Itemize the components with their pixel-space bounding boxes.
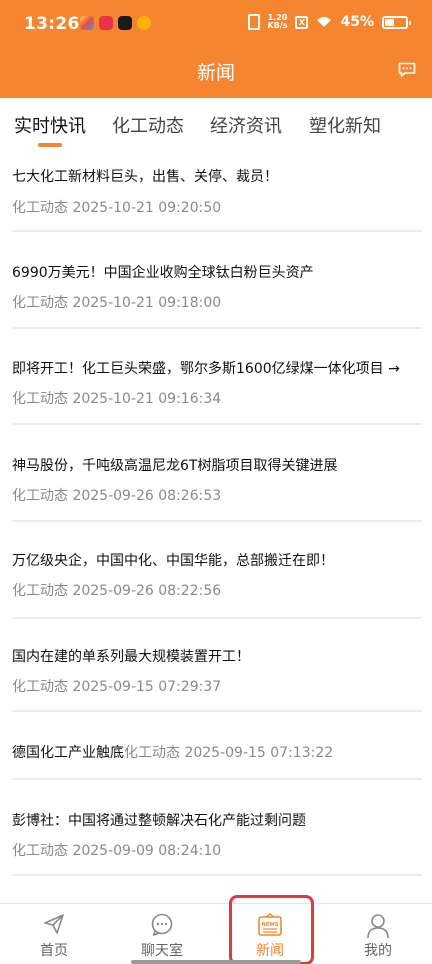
news-item[interactable]: 国内在建的单系列最大规模装置开工！ 化工动态 2025-09-15 07:29:… [12,619,422,712]
news-item[interactable]: 万亿级央企，中国中化、中国华能，总部搬迁在即！ 化工动态 2025-09-26 … [12,522,422,619]
vibrate-icon [247,14,260,30]
news-item[interactable]: 德国化工产业触底化工动态 2025-09-15 07:13:22 [12,712,422,780]
nav-label: 聊天室 [141,943,183,959]
news-title: 即将开工！化工巨头荣盛，鄂尔多斯1600亿绿煤一体化项目 → [12,361,400,377]
battery-icon [382,15,411,29]
status-time: 13:26 [24,14,80,34]
news-meta: 化工动态 2025-09-09 08:24:10 [12,843,222,859]
chat-bubble-icon [151,913,173,936]
nav-chatroom[interactable]: 聊天室 [108,904,216,964]
app-notification-icon [137,16,151,30]
wifi-icon [317,17,332,27]
nav-mine[interactable]: 我的 [324,904,432,964]
bottom-navigation: 首页 聊天室 NEWS 新闻 我的 [0,903,432,964]
tab-plastics[interactable]: 塑化新知 [309,112,381,138]
news-title: 德国化工产业触底 [12,745,124,761]
news-title: 神马股份，千吨级高温尼龙6T树脂项目取得关键进展 [12,458,338,474]
paper-plane-icon [44,914,64,934]
tab-chemical-news[interactable]: 化工动态 [112,112,184,138]
tiktok-icon [118,16,132,30]
top-bar: 13:26 1.20 KB/s X 45% 新闻 [0,0,432,98]
news-item[interactable]: 彭博社：中国将通过整顿解决石化产能过剩问题 化工动态 2025-09-09 08… [12,780,422,876]
nav-label: 我的 [364,943,392,959]
news-item[interactable]: 神马股份，千吨级高温尼龙6T树脂项目取得关键进展 化工动态 2025-09-26… [12,425,422,522]
news-meta: 化工动态 2025-09-26 08:26:53 [12,488,222,504]
sim-icon: X [295,15,309,29]
tab-economy[interactable]: 经济资讯 [210,112,282,138]
news-item[interactable]: 即将开工！化工巨头荣盛，鄂尔多斯1600亿绿煤一体化项目 → 化工动态 2025… [12,329,422,425]
message-icon[interactable] [398,62,416,77]
home-indicator[interactable] [131,960,301,964]
person-icon [367,914,389,939]
news-meta: 化工动态 2025-09-15 07:29:37 [12,679,222,695]
news-meta: 化工动态 2025-10-21 09:18:00 [12,295,222,311]
status-bar: 13:26 1.20 KB/s X 45% [0,0,432,50]
news-title: 6990万美元！中国企业收购全球钛白粉巨头资产 [12,265,314,281]
news-meta: 化工动态 2025-09-26 08:22:56 [12,583,222,599]
page-title: 新闻 [196,62,235,84]
notification-icons [80,16,151,30]
news-item[interactable]: 6990万美元！中国企业收购全球钛白粉巨头资产 化工动态 2025-10-21 … [12,232,422,329]
highlight-annotation [229,895,314,964]
nav-home[interactable]: 首页 [0,904,108,964]
news-item[interactable]: 七大化工新材料巨头，出售、关停、裁员！ 化工动态 2025-10-21 09:2… [12,156,422,232]
app-notification-icon [99,16,113,30]
nav-label: 首页 [40,943,68,959]
system-icons: 1.20 KB/s X 45% [247,13,411,30]
news-meta: 化工动态 2025-10-21 09:20:50 [12,200,222,216]
news-title: 彭博社：中国将通过整顿解决石化产能过剩问题 [12,813,306,829]
category-tabs: 实时快讯 化工动态 经济资讯 塑化新知 [0,98,432,156]
news-title: 七大化工新材料巨头，出售、关停、裁员！ [12,169,278,185]
news-meta: 化工动态 2025-10-21 09:16:34 [12,391,222,407]
battery-percent: 45% [340,14,374,30]
active-tab-indicator [38,143,62,147]
network-speed: 1.20 KB/s [267,13,288,30]
news-title: 万亿级央企，中国中化、中国华能，总部搬迁在即！ [12,553,334,569]
news-title: 国内在建的单系列最大规模装置开工！ [12,649,250,665]
tab-realtime[interactable]: 实时快讯 [14,112,86,138]
news-meta: 化工动态 2025-09-15 07:13:22 [124,745,334,761]
app-notification-icon [80,16,94,30]
